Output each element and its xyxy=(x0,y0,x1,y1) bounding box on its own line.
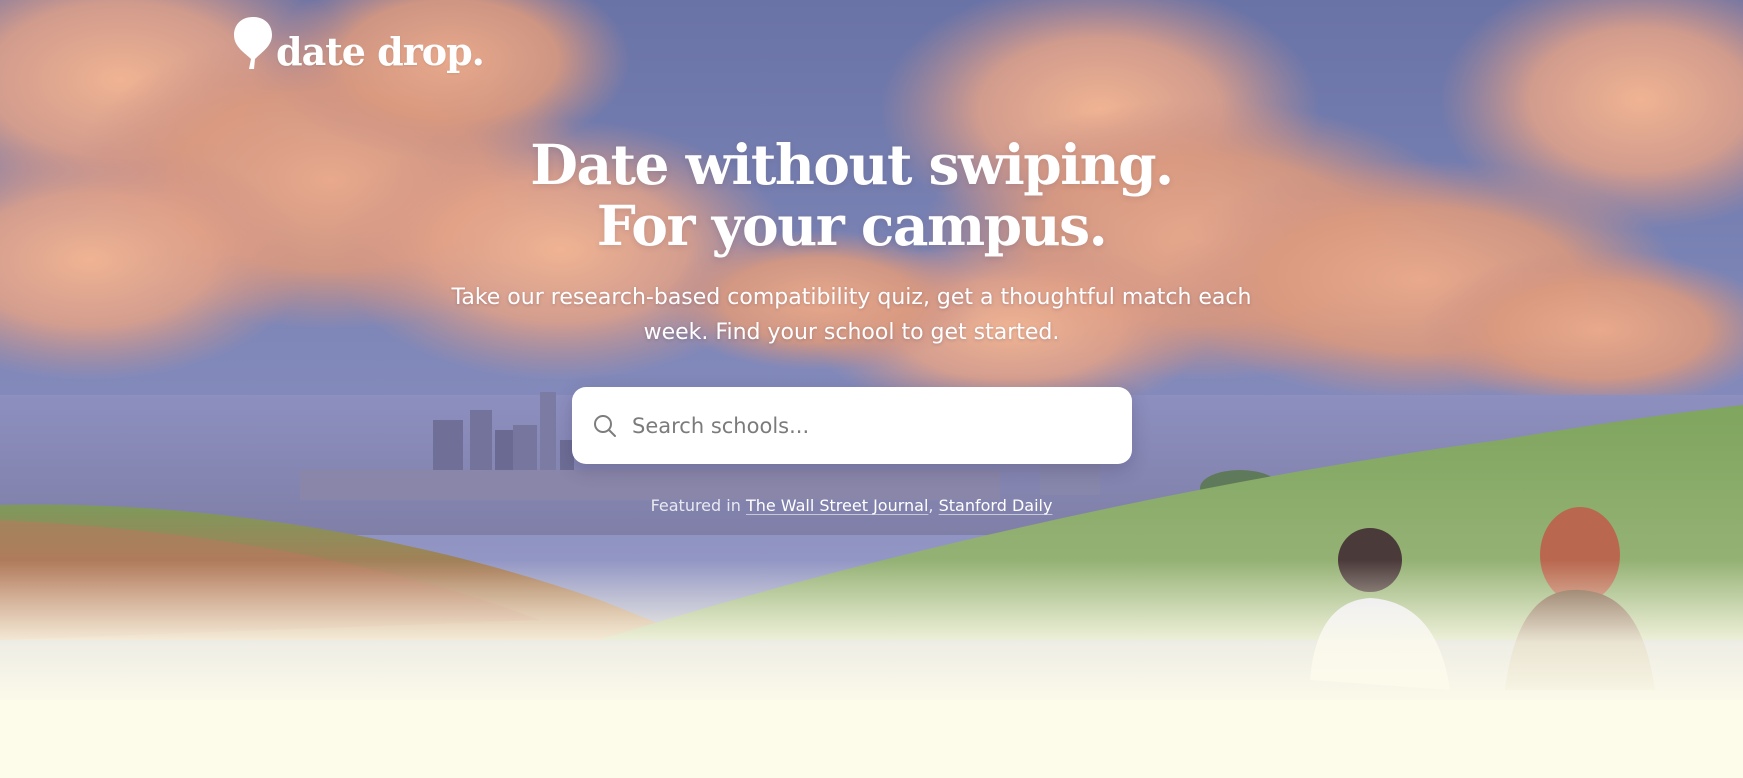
featured-in-line: Featured in The Wall Street Journal, Sta… xyxy=(0,496,1703,515)
featured-separator: , xyxy=(928,496,934,515)
hero-section: date drop. Date without swiping. For you… xyxy=(0,0,1743,700)
brand-name: date drop. xyxy=(276,28,485,74)
balloon-pin-icon xyxy=(234,17,272,69)
brand-logo[interactable]: date drop. xyxy=(232,12,485,78)
headline-line-1: Date without swiping. xyxy=(530,132,1174,197)
hero-bottom-fade xyxy=(0,560,1743,700)
hero-subheadline: Take our research-based compatibility qu… xyxy=(451,285,1252,345)
search-input[interactable] xyxy=(632,405,1112,446)
featured-link-stanford-daily[interactable]: Stanford Daily xyxy=(939,496,1053,515)
search-icon xyxy=(594,414,616,437)
headline-line-2: For your campus. xyxy=(596,193,1108,258)
hero-headline: Date without swiping. For your campus. xyxy=(0,134,1703,256)
featured-link-wsj[interactable]: The Wall Street Journal xyxy=(746,496,928,515)
featured-prefix: Featured in xyxy=(650,496,741,515)
school-search-box[interactable] xyxy=(572,387,1132,464)
